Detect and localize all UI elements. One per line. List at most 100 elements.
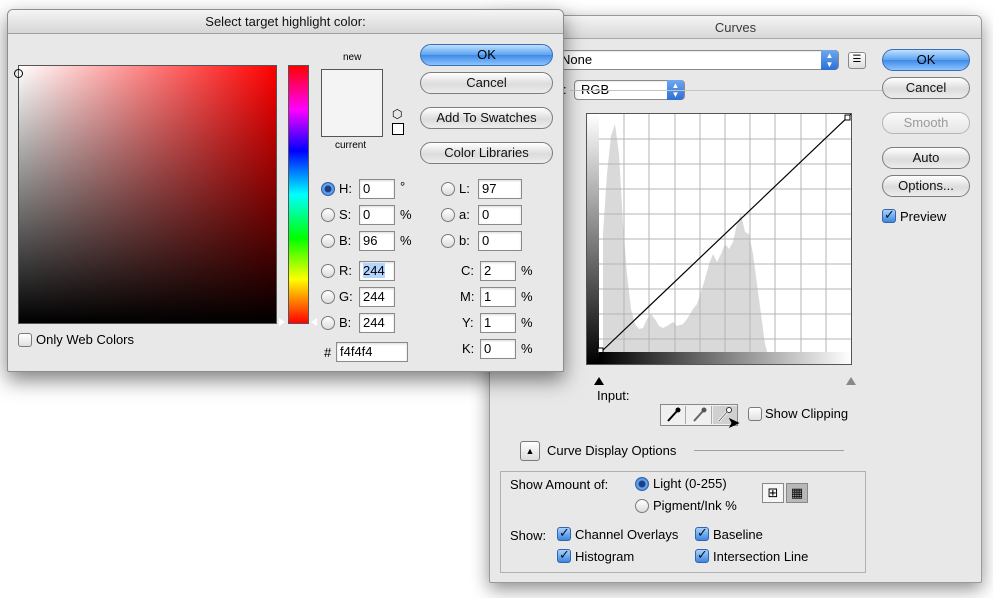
hex-label: #	[324, 345, 332, 360]
curves-ok-button[interactable]: OK	[882, 49, 970, 71]
r-label: R:	[339, 263, 352, 278]
white-point-slider[interactable]	[846, 377, 856, 385]
hue-arrow-left-icon[interactable]	[279, 318, 285, 326]
lab-b-input[interactable]: 0	[478, 231, 522, 251]
hue-slider[interactable]	[288, 65, 309, 324]
b-unit: %	[400, 233, 412, 248]
h-value: 0	[363, 181, 371, 196]
blue-radio[interactable]	[321, 316, 335, 330]
c-input[interactable]: 2	[480, 261, 516, 281]
color-field[interactable]	[14, 65, 277, 324]
c-label: C:	[461, 263, 474, 278]
histogram-checkbox[interactable]	[557, 547, 571, 563]
pigment-label: Pigment/Ink %	[653, 498, 737, 513]
light-label: Light (0-255)	[653, 476, 727, 491]
black-point-slider[interactable]	[594, 377, 604, 385]
current-color-swatch[interactable]	[321, 103, 383, 137]
baseline-checkbox[interactable]	[695, 525, 709, 541]
m-input[interactable]: 1	[480, 287, 516, 307]
picker-cancel-button[interactable]: Cancel	[420, 72, 553, 94]
curve-display-options-label: Curve Display Options	[547, 443, 677, 458]
preset-options-icon[interactable]: ☰	[848, 52, 866, 69]
curve-svg	[587, 113, 852, 364]
r-input[interactable]: 244	[359, 261, 395, 281]
h-label: H:	[339, 181, 352, 196]
g-value: 244	[363, 289, 385, 304]
preview-checkbox[interactable]	[882, 207, 896, 223]
lab-b-radio[interactable]	[441, 234, 455, 248]
options-button[interactable]: Options...	[882, 175, 970, 197]
k-input[interactable]: 0	[480, 339, 516, 359]
a-input[interactable]: 0	[478, 205, 522, 225]
h-input[interactable]: 0	[359, 179, 395, 199]
s-label: S:	[339, 207, 352, 222]
s-unit: %	[400, 207, 412, 222]
color-field-cursor[interactable]	[14, 69, 23, 78]
m-unit: %	[521, 289, 533, 304]
input-label: Input:	[597, 388, 630, 403]
detailed-grid-icon[interactable]: ▦	[786, 483, 808, 503]
curves-cancel-button[interactable]: Cancel	[882, 77, 970, 99]
y-label: Y:	[462, 315, 474, 330]
a-value: 0	[482, 207, 490, 222]
out-of-gamut-cube-icon[interactable]: ⬡	[392, 108, 402, 120]
smooth-button[interactable]: Smooth	[882, 112, 970, 134]
add-to-swatches-button[interactable]: Add To Swatches	[420, 107, 553, 129]
channel-overlays-checkbox[interactable]	[557, 525, 571, 541]
curves-graph[interactable]	[586, 113, 852, 365]
l-radio[interactable]	[441, 182, 455, 196]
lab-b-value: 0	[482, 233, 490, 248]
black-eyedropper-icon[interactable]	[662, 406, 686, 424]
b-input[interactable]: 96	[359, 231, 395, 251]
pigment-radio[interactable]	[635, 499, 649, 513]
current-label: current	[335, 140, 367, 151]
only-web-colors-checkbox[interactable]	[18, 333, 32, 347]
picker-ok-button[interactable]: OK	[420, 44, 553, 66]
popup-arrows-icon: ▲ ▼	[821, 50, 838, 70]
y-unit: %	[521, 315, 533, 330]
baseline-label: Baseline	[713, 527, 763, 542]
input-gradient	[599, 352, 851, 364]
divider	[694, 450, 844, 451]
m-value: 1	[484, 289, 492, 304]
new-label: new	[343, 52, 362, 63]
web-safe-square-icon[interactable]	[392, 123, 404, 135]
l-input[interactable]: 97	[478, 179, 522, 199]
l-value: 97	[482, 181, 497, 196]
g-radio[interactable]	[321, 290, 335, 304]
simple-grid-icon[interactable]: ⊞	[762, 483, 784, 503]
y-value: 1	[484, 315, 492, 330]
hue-arrow-right-icon[interactable]	[311, 318, 317, 326]
s-radio[interactable]	[321, 208, 335, 222]
blue-label: B:	[339, 315, 352, 330]
intersection-line-checkbox[interactable]	[695, 547, 709, 563]
k-value: 0	[484, 341, 492, 356]
b-radio[interactable]	[321, 234, 335, 248]
s-value: 0	[363, 207, 371, 222]
s-input[interactable]: 0	[359, 205, 395, 225]
c-value: 2	[484, 263, 492, 278]
histogram-label: Histogram	[575, 549, 635, 564]
new-color-swatch	[321, 69, 383, 103]
hex-input[interactable]: f4f4f4	[336, 342, 408, 362]
h-radio[interactable]	[321, 182, 335, 196]
k-label: K:	[462, 341, 475, 356]
only-web-colors-label: Only Web Colors	[36, 332, 135, 347]
y-input[interactable]: 1	[480, 313, 516, 333]
g-input[interactable]: 244	[359, 287, 395, 307]
light-radio[interactable]	[635, 477, 649, 491]
preset-popup[interactable]: None ▲ ▼	[554, 50, 839, 70]
show-clipping-label: Show Clipping	[765, 406, 849, 421]
channel-overlays-label: Channel Overlays	[575, 527, 679, 542]
a-radio[interactable]	[441, 208, 455, 222]
color-libraries-button[interactable]: Color Libraries	[420, 142, 553, 164]
collapse-triangle-icon[interactable]: ▲	[520, 441, 540, 461]
gray-eyedropper-icon[interactable]	[688, 406, 712, 424]
blue-input[interactable]: 244	[359, 313, 395, 333]
preview-label: Preview	[900, 209, 947, 224]
show-clipping-checkbox[interactable]	[748, 407, 762, 421]
curve-point-white[interactable]	[844, 114, 851, 121]
mouse-cursor-icon: ➤	[727, 415, 741, 432]
auto-button[interactable]: Auto	[882, 147, 970, 169]
r-radio[interactable]	[321, 264, 335, 278]
